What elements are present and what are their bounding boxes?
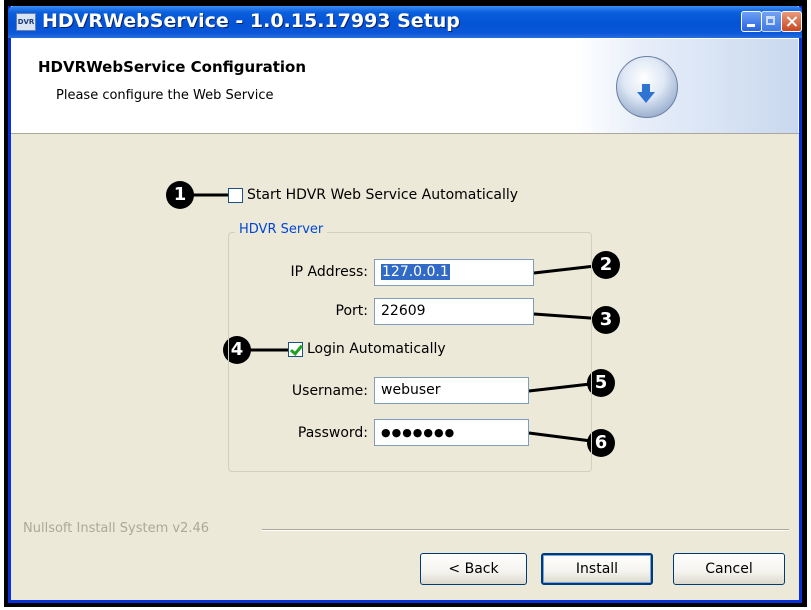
login-auto-label[interactable]: Login Automatically xyxy=(307,341,446,357)
window-title: HDVRWebService - 1.0.15.17993 Setup xyxy=(42,10,460,32)
installer-branding: Nullsoft Install System v2.46 xyxy=(23,521,210,536)
start-auto-checkbox[interactable] xyxy=(228,188,243,203)
password-label: Password: xyxy=(297,425,368,441)
username-field[interactable]: webuser xyxy=(374,377,529,404)
close-icon[interactable] xyxy=(781,11,802,32)
group-label: HDVR Server xyxy=(235,222,328,237)
login-auto-checkbox[interactable] xyxy=(288,342,303,357)
ip-address-value: 127.0.0.1 xyxy=(381,264,450,280)
callout-1: 1 xyxy=(166,181,194,209)
callout-2: 2 xyxy=(592,251,620,279)
port-field[interactable]: 22609 xyxy=(374,298,534,325)
password-field[interactable]: ●●●●●●● xyxy=(374,419,529,446)
install-button[interactable]: Install xyxy=(541,553,653,585)
page-subtitle: Please configure the Web Service xyxy=(56,88,274,103)
app-icon: DVR xyxy=(16,13,36,31)
footer-divider xyxy=(262,529,789,531)
download-arrow-icon xyxy=(637,92,655,103)
header-art xyxy=(576,39,798,133)
port-label: Port: xyxy=(335,303,368,319)
callout-3: 3 xyxy=(592,306,620,334)
username-label: Username: xyxy=(291,383,368,399)
start-auto-label[interactable]: Start HDVR Web Service Automatically xyxy=(247,187,518,203)
maximize-icon[interactable] xyxy=(761,11,782,32)
ip-address-field[interactable]: 127.0.0.1 xyxy=(374,259,534,286)
ip-address-label: IP Address: xyxy=(290,264,369,280)
cancel-button[interactable]: Cancel xyxy=(673,553,785,585)
back-button[interactable]: < Back xyxy=(420,553,527,585)
minimize-icon[interactable] xyxy=(741,11,762,32)
page-title: HDVRWebService Configuration xyxy=(38,58,307,76)
